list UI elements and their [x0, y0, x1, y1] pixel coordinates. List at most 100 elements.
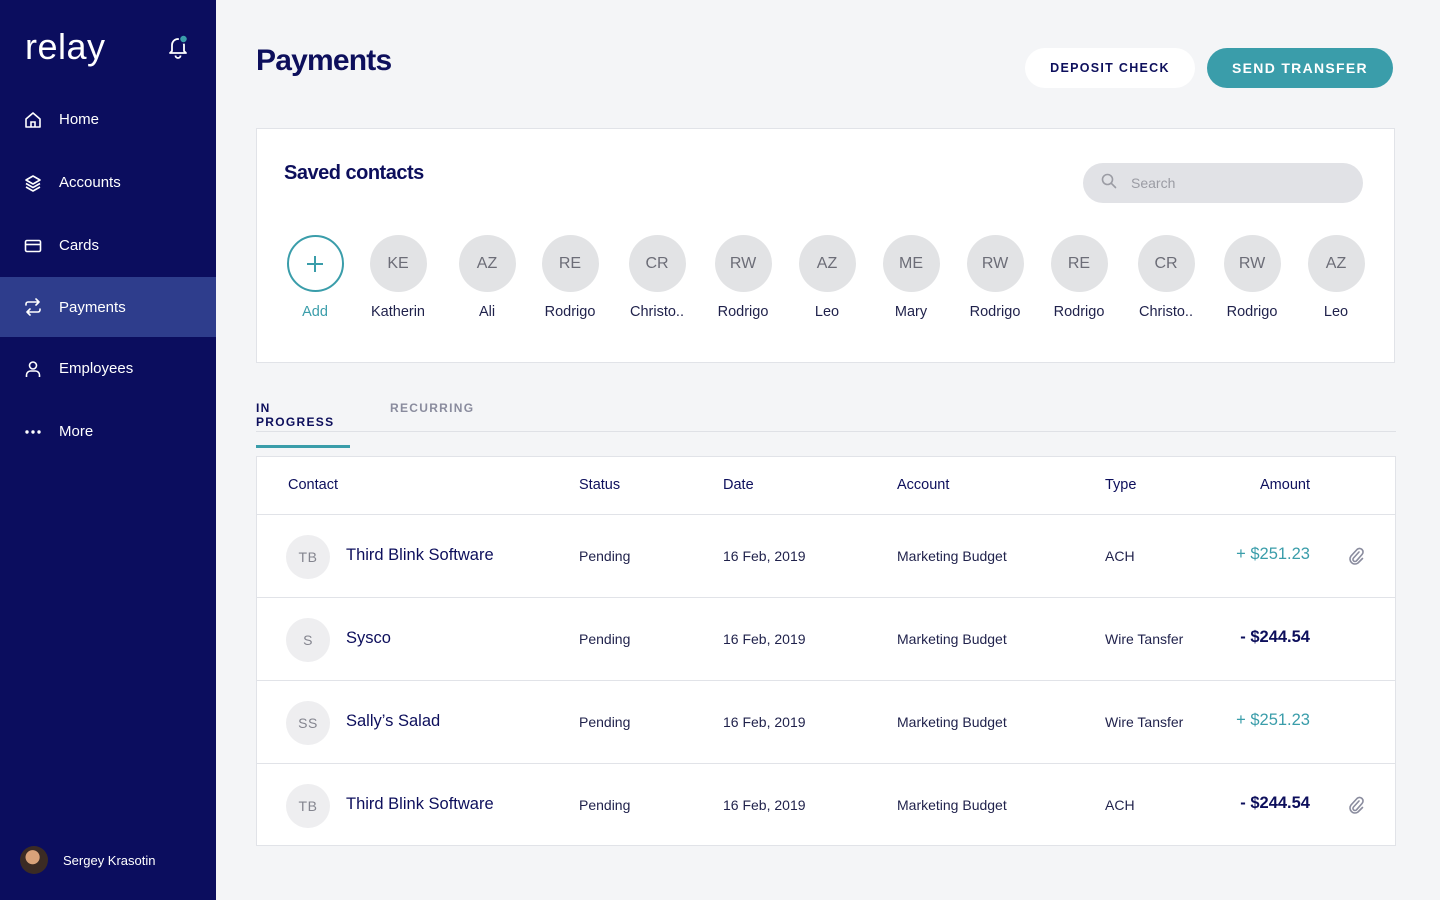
sidebar-item-label: Cards [59, 237, 100, 254]
sidebar-item-home[interactable]: Home [0, 88, 216, 151]
table-row[interactable]: TB Third Blink Software Pending 16 Feb, 201… [257, 515, 1395, 598]
sidebar-item-accounts[interactable]: Accounts [0, 151, 216, 214]
saved-contact[interactable]: ME Mary [866, 235, 956, 320]
saved-contact[interactable]: RE Rodrigo [525, 235, 615, 320]
row-date: 16 Feb, 2019 [723, 631, 806, 647]
row-date: 16 Feb, 2019 [723, 714, 806, 730]
saved-contact[interactable]: AZ Leo [1291, 235, 1381, 320]
saved-contacts-title: Saved contacts [284, 162, 424, 184]
contact-avatar: AZ [798, 235, 856, 292]
tab-recurring[interactable]: RECURRING [390, 401, 474, 431]
contact-avatar: ME [882, 235, 940, 292]
contact-avatar: RW [714, 235, 772, 292]
relay-logo[interactable]: relay [25, 26, 106, 68]
sidebar-item-label: Employees [59, 360, 134, 377]
sidebar-item-more[interactable]: More [0, 400, 216, 463]
row-account: Marketing Budget [897, 714, 1007, 730]
layers-icon [24, 174, 42, 192]
row-date: 16 Feb, 2019 [723, 797, 806, 813]
contact-avatar: TB [286, 535, 330, 579]
saved-contact[interactable]: CR Christo.. [612, 235, 702, 320]
sidebar-item-employees[interactable]: Employees [0, 337, 216, 400]
contact-name: Rodrigo [969, 304, 1021, 320]
transfer-icon [24, 298, 42, 316]
send-transfer-button[interactable]: SEND TRANSFER [1207, 48, 1393, 88]
add-contact-button[interactable]: Add [270, 235, 360, 320]
row-amount: - $244.54 [1240, 794, 1310, 812]
table-row[interactable]: SS Sally’s Salad Pending 16 Feb, 2019 Market… [257, 681, 1395, 764]
row-contact: Sysco [346, 629, 391, 647]
contact-list: Add KE Katherin AZ Ali RE Rodrigo CR Christo.. R… [257, 235, 1396, 335]
saved-contact[interactable]: RE Rodrigo [1034, 235, 1124, 320]
sidebar-item-cards[interactable]: Cards [0, 214, 216, 277]
row-type: ACH [1105, 548, 1135, 564]
row-type: ACH [1105, 797, 1135, 813]
contact-name: Rodrigo [1053, 304, 1105, 320]
saved-contact[interactable]: CR Christo.. [1121, 235, 1211, 320]
saved-contact[interactable]: KE Katherin [353, 235, 443, 320]
contact-name: Add [302, 304, 328, 320]
saved-contact[interactable]: AZ Ali [442, 235, 532, 320]
contact-avatar: CR [1137, 235, 1195, 292]
sidebar-item-payments[interactable]: Payments [0, 277, 216, 337]
row-date: 16 Feb, 2019 [723, 548, 806, 564]
contact-avatar: RW [1223, 235, 1281, 292]
row-contact: Third Blink Software [346, 795, 494, 813]
saved-contact[interactable]: RW Rodrigo [950, 235, 1040, 320]
saved-contact[interactable]: AZ Leo [782, 235, 872, 320]
sidebar: relay Home Accounts Cards Payments Emplo… [0, 0, 216, 900]
row-status: Pending [579, 714, 631, 730]
user-profile[interactable]: Sergey Krasotin [20, 846, 156, 874]
row-amount: + $251.23 [1236, 545, 1310, 563]
paperclip-icon[interactable] [1348, 547, 1364, 565]
contact-name: Rodrigo [1226, 304, 1278, 320]
contact-name: Katherin [370, 304, 425, 320]
saved-contact[interactable]: RW Rodrigo [698, 235, 788, 320]
contact-name: Christo.. [630, 304, 684, 320]
row-account: Marketing Budget [897, 548, 1007, 564]
deposit-check-button[interactable]: DEPOSIT CHECK [1025, 48, 1195, 88]
contact-name: Rodrigo [544, 304, 596, 320]
column-header-type[interactable]: Type [1105, 477, 1136, 493]
contact-avatar: RE [1050, 235, 1108, 292]
column-header-account[interactable]: Account [897, 477, 949, 493]
contact-avatar: AZ [1307, 235, 1365, 292]
sidebar-item-label: More [59, 423, 94, 440]
row-account: Marketing Budget [897, 797, 1007, 813]
contact-avatar: RE [541, 235, 599, 292]
table-row[interactable]: S Sysco Pending 16 Feb, 2019 Marketing Budge… [257, 598, 1395, 681]
saved-contacts-card: Saved contacts Add KE Katherin AZ Ali RE Rodr… [256, 128, 1395, 363]
contact-search[interactable] [1083, 163, 1363, 203]
search-icon [1101, 173, 1117, 194]
contact-name: Leo [1323, 304, 1349, 320]
search-input[interactable] [1131, 175, 1331, 191]
row-amount: + $251.23 [1236, 711, 1310, 729]
avatar [20, 846, 48, 874]
contact-name: Rodrigo [717, 304, 769, 320]
row-contact: Sally’s Salad [346, 712, 441, 730]
contact-name: Mary [894, 304, 928, 320]
row-status: Pending [579, 631, 631, 647]
bell-icon[interactable] [166, 34, 190, 60]
user-icon [24, 360, 42, 378]
row-status: Pending [579, 548, 631, 564]
page-title: Payments [256, 44, 392, 77]
contact-avatar: AZ [458, 235, 516, 292]
plus-icon [286, 235, 344, 292]
table-row[interactable]: TB Third Blink Software Pending 16 Feb, 201… [257, 764, 1395, 847]
more-icon [24, 423, 42, 441]
column-header-date[interactable]: Date [723, 477, 754, 493]
row-type: Wire Tansfer [1105, 714, 1184, 730]
contact-name: Leo [814, 304, 840, 320]
tab-in-progress[interactable]: IN PROGRESS [256, 401, 350, 448]
contact-avatar: TB [286, 784, 330, 828]
contact-avatar: CR [628, 235, 686, 292]
contact-avatar: KE [369, 235, 427, 292]
saved-contact[interactable]: RW Rodrigo [1207, 235, 1297, 320]
column-header-status[interactable]: Status [579, 477, 620, 493]
column-header-contact[interactable]: Contact [288, 477, 338, 493]
paperclip-icon[interactable] [1348, 796, 1364, 814]
contact-avatar: S [286, 618, 330, 662]
row-contact: Third Blink Software [346, 546, 494, 564]
column-header-amount[interactable]: Amount [1260, 477, 1310, 493]
